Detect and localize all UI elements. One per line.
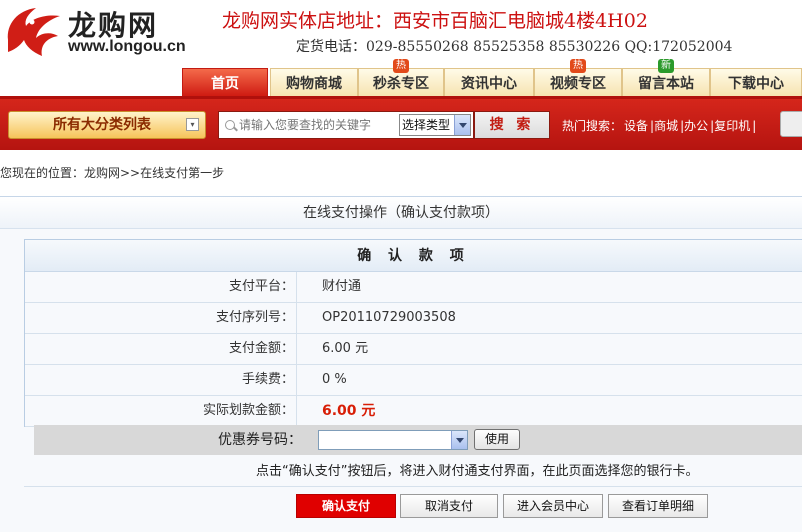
tab-shop[interactable]: 购物商城	[270, 68, 358, 96]
table-row: 支付平台： 财付通	[25, 272, 802, 303]
logo-url: www.longou.cn	[68, 38, 186, 55]
cart-icon[interactable]	[780, 111, 802, 137]
fee-rate: 0 %	[322, 372, 347, 387]
table-row: 手续费： 0 %	[25, 365, 802, 396]
table-row: 支付序列号： OP20110729003508	[25, 303, 802, 334]
row-label: 实际划款金额：	[25, 396, 297, 426]
category-dropdown[interactable]: 所有大分类列表 ▾	[8, 111, 206, 139]
view-order-button[interactable]: 查看订单明细	[608, 494, 708, 518]
coupon-label: 优惠券号码：	[218, 432, 302, 448]
row-label: 支付序列号：	[25, 303, 297, 333]
tab-label: 秒杀专区	[373, 76, 429, 92]
new-badge: 新	[658, 59, 674, 73]
row-label: 支付平台：	[25, 272, 297, 302]
tab-flash-sale[interactable]: 热秒杀专区	[358, 59, 444, 96]
row-label: 支付金额：	[25, 334, 297, 364]
hot-search-label: 热门搜索：	[562, 119, 623, 133]
hot-search: 热门搜索： 设备 |商城 |办公 |复印机 |	[562, 119, 757, 133]
breadcrumb: 您现在的位置：龙购网>>在线支付第一步	[0, 166, 225, 180]
row-label: 手续费：	[25, 365, 297, 395]
tab-label: 视频专区	[550, 76, 606, 92]
cancel-payment-button[interactable]: 取消支付	[400, 494, 498, 518]
order-phone: 定货电话：029-85550268 85525358 85530226 QQ:1…	[296, 39, 733, 55]
member-center-button[interactable]: 进入会员中心	[503, 494, 603, 518]
search-button[interactable]: 搜 索	[474, 111, 550, 139]
hot-search-link[interactable]: 办公	[684, 119, 708, 133]
use-coupon-button[interactable]: 使用	[474, 429, 520, 450]
store-address: 龙购网实体店地址：西安市百脑汇电脑城4楼4H02	[222, 10, 648, 32]
tab-guestbook[interactable]: 新留言本站	[622, 59, 710, 96]
tab-label: 首页	[211, 76, 239, 92]
chevron-down-icon	[454, 115, 470, 135]
tab-downloads[interactable]: 下载中心	[710, 68, 802, 96]
hot-badge: 热	[393, 59, 409, 73]
search-input[interactable]	[223, 114, 399, 136]
search-box: 选择类型	[218, 111, 474, 139]
tab-label: 留言本站	[638, 76, 694, 92]
actual-amount: 6.00 元	[322, 403, 376, 419]
payment-platform: 财付通	[322, 279, 362, 294]
dragon-logo-icon	[7, 8, 60, 56]
tab-home[interactable]: 首页	[182, 68, 268, 96]
chevron-down-icon: ▾	[186, 118, 199, 131]
table-row: 支付金额： 6.00 元	[25, 334, 802, 365]
hot-search-link[interactable]: 复印机	[714, 119, 750, 133]
confirm-payment-button[interactable]: 确认支付	[296, 494, 396, 518]
type-select-value: 选择类型	[402, 118, 451, 132]
payment-notice: 点击“确认支付”按钮后，将进入财付通支付界面，在此页面选择您的银行卡。	[24, 457, 802, 487]
hot-search-link[interactable]: 设备	[624, 119, 648, 133]
coupon-select[interactable]	[318, 430, 468, 450]
confirm-table: 确 认 款 项 支付平台： 财付通 支付序列号： OP2011072900350…	[24, 239, 802, 427]
main-nav: 首页 购物商城 热秒杀专区 资讯中心 热视频专区 新留言本站 下载中心	[182, 59, 802, 96]
site-logo[interactable]: 龙购网 www.longou.cn	[2, 2, 212, 64]
payment-panel: 在线支付操作（确认支付款项） 确 认 款 项 支付平台： 财付通 支付序列号： …	[0, 196, 802, 532]
tab-label: 资讯中心	[461, 76, 517, 92]
table-title: 确 认 款 项	[25, 240, 802, 272]
tab-video[interactable]: 热视频专区	[534, 59, 622, 96]
hot-search-link[interactable]: 商城	[654, 119, 678, 133]
chevron-down-icon	[451, 431, 467, 449]
type-select[interactable]: 选择类型	[399, 114, 471, 136]
tab-label: 购物商城	[286, 76, 342, 92]
hot-badge: 热	[570, 59, 586, 73]
payment-amount: 6.00 元	[322, 341, 369, 356]
tab-news[interactable]: 资讯中心	[444, 68, 534, 96]
table-row: 实际划款金额： 6.00 元	[25, 396, 802, 427]
action-buttons: 确认支付 取消支付 进入会员中心 查看订单明细	[0, 490, 802, 520]
panel-title: 在线支付操作（确认支付款项）	[0, 197, 802, 229]
payment-serial: OP20110729003508	[322, 310, 456, 325]
search-bar: 所有大分类列表 ▾ 选择类型 搜 索 热门搜索：设备|商城|办公|复印机|	[0, 96, 802, 150]
tab-label: 下载中心	[728, 76, 784, 92]
category-label: 所有大分类列表	[53, 117, 151, 133]
coupon-row: 优惠券号码： 使用	[34, 425, 802, 455]
